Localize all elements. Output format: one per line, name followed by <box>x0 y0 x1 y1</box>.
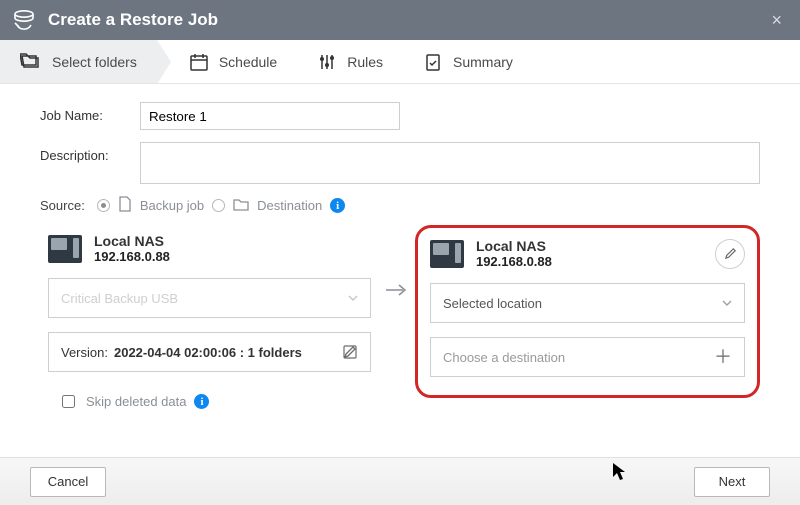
dialog-header: Create a Restore Job × <box>0 0 800 40</box>
choose-destination-button[interactable]: Choose a destination ＋ <box>430 337 745 377</box>
version-selector: Version: 2022-04-04 02:00:06 : 1 folders <box>48 332 371 372</box>
step-schedule[interactable]: Schedule <box>157 40 297 83</box>
next-label: Next <box>719 474 746 489</box>
source-nas-header: Local NAS 192.168.0.88 <box>48 233 371 264</box>
file-icon <box>118 196 132 215</box>
backup-job-label: Backup job <box>140 198 204 213</box>
chevron-down-icon <box>722 300 732 306</box>
version-value: 2022-04-04 02:00:06 : 1 folders <box>114 345 302 360</box>
restore-logo-icon <box>12 9 36 31</box>
sliders-icon <box>317 52 337 72</box>
chevron-down-icon <box>348 295 358 301</box>
step-summary[interactable]: Summary <box>403 40 533 83</box>
radio-destination[interactable] <box>212 199 225 212</box>
edit-version-button[interactable] <box>342 344 358 360</box>
description-row: Description: <box>40 142 760 184</box>
step-label: Select folders <box>52 54 137 70</box>
source-destination-panels: Local NAS 192.168.0.88 Critical Backup U… <box>40 225 760 411</box>
nas-device-icon <box>430 240 464 268</box>
source-label: Source: <box>40 198 85 213</box>
plus-icon: ＋ <box>714 348 732 366</box>
description-input[interactable] <box>140 142 760 184</box>
edit-destination-nas-button[interactable] <box>715 239 745 269</box>
step-rules[interactable]: Rules <box>297 40 403 83</box>
arrow-icon <box>385 225 407 297</box>
job-name-input[interactable] <box>140 102 400 130</box>
backup-job-select[interactable]: Critical Backup USB <box>48 278 371 318</box>
folders-icon <box>20 52 42 72</box>
backup-job-value: Critical Backup USB <box>61 291 178 306</box>
source-panel: Local NAS 192.168.0.88 Critical Backup U… <box>40 225 377 411</box>
skip-deleted-row: Skip deleted data <box>58 392 371 411</box>
choose-destination-label: Choose a destination <box>443 350 565 365</box>
skip-deleted-checkbox[interactable] <box>62 395 75 408</box>
close-button[interactable]: × <box>765 7 788 33</box>
description-label: Description: <box>40 142 140 163</box>
location-select[interactable]: Selected location <box>430 283 745 323</box>
next-button[interactable]: Next <box>694 467 770 497</box>
folder-icon <box>233 197 249 214</box>
calendar-icon <box>189 52 209 72</box>
source-selector: Source: Backup job Destination <box>40 196 760 215</box>
radio-backup-job[interactable] <box>97 199 110 212</box>
document-check-icon <box>423 52 443 72</box>
step-label: Rules <box>347 54 383 70</box>
location-value: Selected location <box>443 296 542 311</box>
destination-nas-ip: 192.168.0.88 <box>476 254 552 269</box>
job-name-row: Job Name: <box>40 102 760 130</box>
info-icon[interactable] <box>330 198 345 213</box>
job-name-label: Job Name: <box>40 102 140 123</box>
wizard-stepbar: Select folders Schedule Rules Summary <box>0 40 800 84</box>
wizard-content: Job Name: Description: Source: Backup jo… <box>0 84 800 421</box>
dialog-title: Create a Restore Job <box>48 10 218 30</box>
source-nas-name: Local NAS <box>94 233 170 249</box>
cancel-label: Cancel <box>48 474 88 489</box>
step-label: Summary <box>453 54 513 70</box>
version-label: Version: <box>61 345 108 360</box>
info-icon[interactable] <box>194 394 209 409</box>
step-label: Schedule <box>219 54 277 70</box>
destination-panel: Local NAS 192.168.0.88 Selected location… <box>415 225 760 398</box>
dialog-footer: Cancel Next <box>0 457 800 505</box>
destination-nas-name: Local NAS <box>476 238 552 254</box>
source-nas-ip: 192.168.0.88 <box>94 249 170 264</box>
destination-label: Destination <box>257 198 322 213</box>
skip-deleted-label: Skip deleted data <box>86 394 186 409</box>
nas-device-icon <box>48 235 82 263</box>
cancel-button[interactable]: Cancel <box>30 467 106 497</box>
destination-nas-header: Local NAS 192.168.0.88 <box>430 238 745 269</box>
step-select-folders[interactable]: Select folders <box>0 40 157 83</box>
